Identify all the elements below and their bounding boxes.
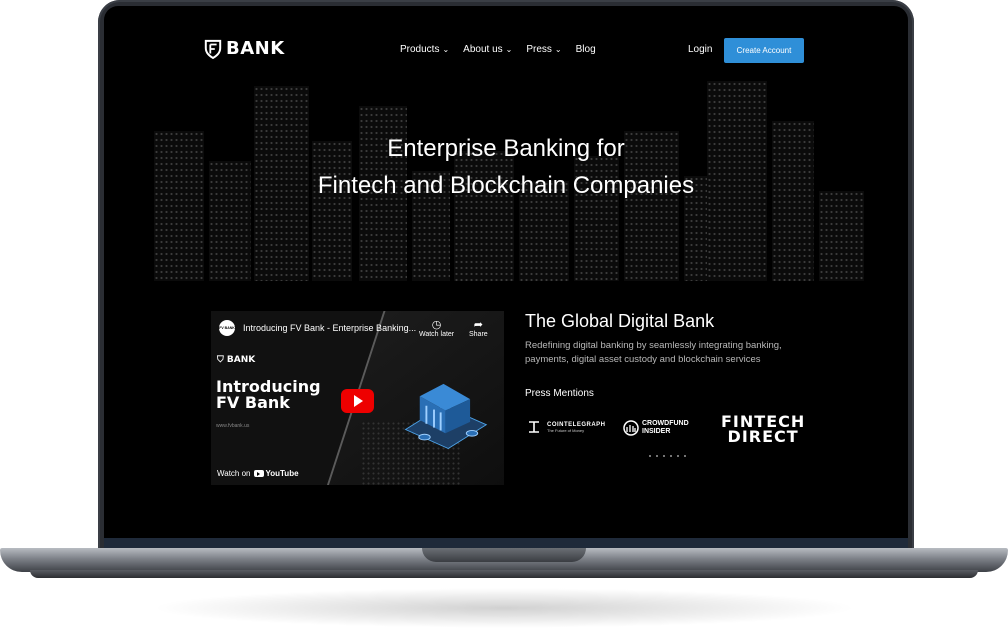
press-carousel-dots[interactable] xyxy=(649,455,686,457)
watch-on-label: Watch on xyxy=(217,469,251,478)
cointelegraph-logo[interactable]: COINTELEGRAPH The Future of Money xyxy=(527,420,606,434)
fv-shield-logo-icon: ⛉ xyxy=(217,355,224,365)
watch-later-label: Watch later xyxy=(419,331,455,338)
menu-item-label: Products xyxy=(400,44,440,55)
video-url: www.fvbank.us xyxy=(216,423,250,429)
cointelegraph-icon xyxy=(529,421,539,433)
cointelegraph-name: COINTELEGRAPH xyxy=(547,421,606,428)
hero-heading: Enterprise Banking for Fintech and Block… xyxy=(104,130,908,204)
video-headline-line-2: FV Bank xyxy=(216,393,290,412)
insider-name: INSIDER xyxy=(642,428,671,435)
top-navigation: BANK Products ⌄ About us ⌄ Press ⌄ Blog … xyxy=(104,36,908,66)
website-screen: BANK Products ⌄ About us ⌄ Press ⌄ Blog … xyxy=(104,6,908,538)
hero-line-1: Enterprise Banking for xyxy=(387,135,625,162)
chevron-down-icon: ⌄ xyxy=(442,45,450,54)
crowdfund-insider-logo[interactable]: CROWDFUND INSIDER xyxy=(623,420,689,436)
watch-on-youtube[interactable]: Watch on YouTube xyxy=(217,469,299,478)
logo-text: BANK xyxy=(226,38,285,59)
main-menu: Products ⌄ About us ⌄ Press ⌄ Blog xyxy=(400,44,596,55)
laptop-base-foot xyxy=(30,570,978,578)
menu-item-blog[interactable]: Blog xyxy=(576,44,596,55)
fintech-direct-logo[interactable]: FINTECH DIRECT xyxy=(721,414,805,446)
video-embed[interactable]: FV BANK Introducing FV Bank - Enterprise… xyxy=(211,311,504,485)
section-title: The Global Digital Bank xyxy=(525,311,715,331)
menu-item-about-us[interactable]: About us ⌄ xyxy=(463,44,512,55)
site-logo[interactable]: BANK xyxy=(204,38,285,59)
share-icon: ➦ xyxy=(473,319,483,331)
laptop-hinge-notch xyxy=(422,548,586,562)
menu-item-label: Blog xyxy=(575,44,596,55)
chevron-down-icon: ⌄ xyxy=(505,45,513,54)
direct-name: DIRECT xyxy=(727,427,799,446)
share-button[interactable]: ➦ Share xyxy=(469,319,488,338)
share-label: Share xyxy=(469,331,488,338)
menu-item-label: Press xyxy=(526,44,552,55)
press-mentions-heading: Press Mentions xyxy=(525,388,594,399)
create-account-button[interactable]: Create Account xyxy=(724,38,804,63)
video-title[interactable]: Introducing FV Bank - Enterprise Banking… xyxy=(243,323,421,333)
chevron-down-icon: ⌄ xyxy=(554,45,562,54)
cointelegraph-tagline: The Future of Money xyxy=(547,427,585,433)
crowdfund-name: CROWDFUND xyxy=(642,420,689,427)
menu-item-press[interactable]: Press ⌄ xyxy=(526,44,561,55)
channel-avatar[interactable]: FV BANK xyxy=(219,320,235,336)
menu-item-label: About us xyxy=(463,44,503,55)
crowdfund-icon xyxy=(623,420,639,436)
login-link[interactable]: Login xyxy=(688,44,712,55)
clock-icon: ◷ xyxy=(431,319,442,331)
watch-later-button[interactable]: ◷ Watch later xyxy=(419,319,454,338)
laptop-shadow xyxy=(150,588,858,628)
menu-item-products[interactable]: Products ⌄ xyxy=(400,44,449,55)
youtube-label: YouTube xyxy=(265,469,299,478)
video-headline: Introducing FV Bank xyxy=(216,379,321,411)
hero-line-2: Fintech and Blockchain Companies xyxy=(317,172,695,199)
bank-building-icon xyxy=(404,383,488,450)
youtube-icon: YouTube xyxy=(253,469,299,478)
channel-avatar-text: FV BANK xyxy=(219,326,235,330)
play-icon[interactable] xyxy=(341,389,374,413)
video-brand-text: BANK xyxy=(226,355,256,365)
fv-shield-logo-icon xyxy=(204,39,222,59)
section-description: Redefining digital banking by seamlessly… xyxy=(525,340,782,365)
video-brand: ⛉ BANK xyxy=(217,355,255,365)
